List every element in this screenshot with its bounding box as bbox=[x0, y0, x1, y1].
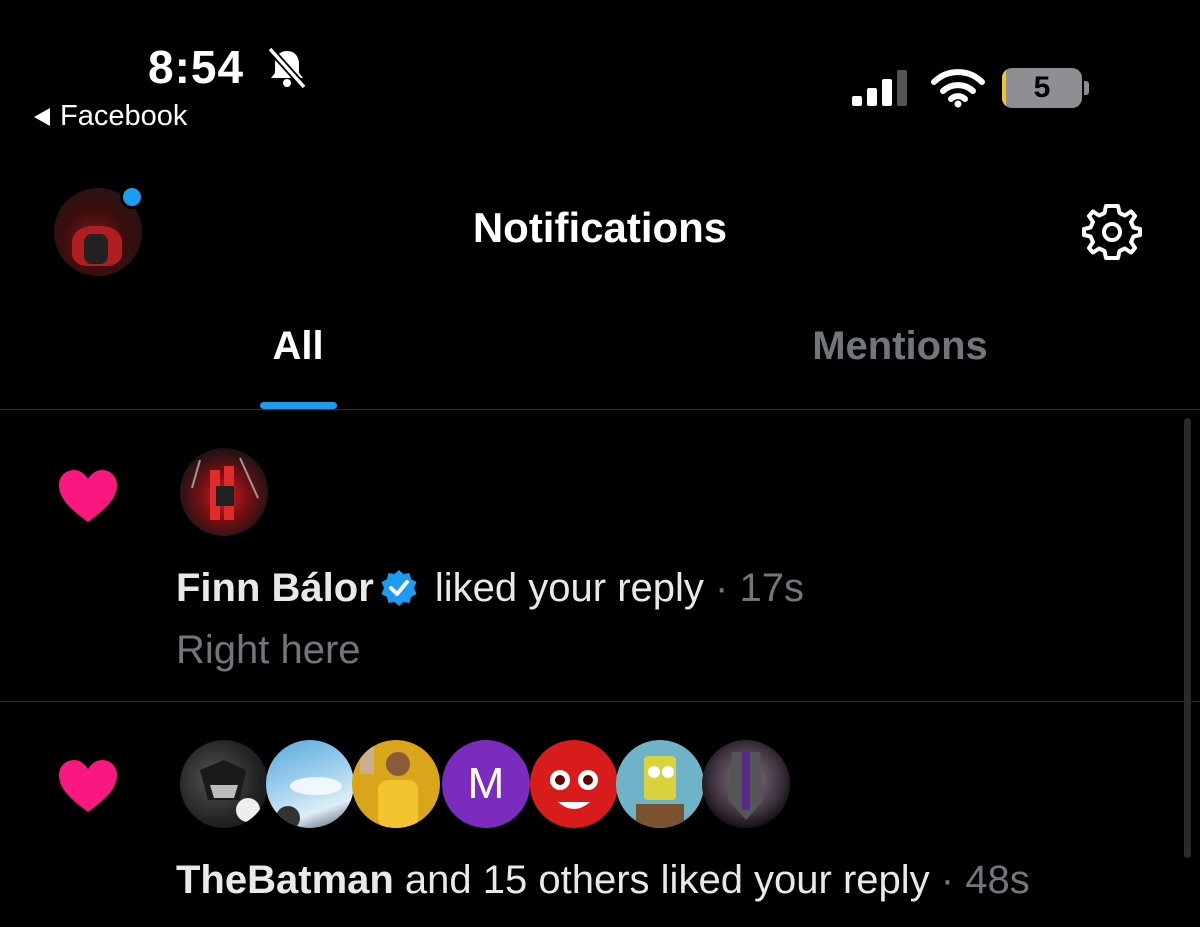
page-title: Notifications bbox=[472, 204, 728, 251]
user-avatar[interactable] bbox=[180, 448, 268, 536]
user-avatar[interactable] bbox=[266, 740, 354, 828]
user-avatar-letter[interactable]: M bbox=[442, 740, 530, 828]
user-avatar[interactable] bbox=[616, 740, 704, 828]
avatar-image bbox=[728, 752, 764, 820]
battery-level: 5 bbox=[1033, 71, 1051, 104]
battery-tip bbox=[1084, 81, 1089, 95]
notification-divider bbox=[0, 701, 1200, 702]
avatar-image bbox=[191, 457, 259, 520]
tab-mentions[interactable]: Mentions bbox=[600, 324, 1200, 369]
tab-all-label: All bbox=[272, 324, 324, 368]
cellular-signal-icon bbox=[852, 70, 907, 106]
user-avatar[interactable] bbox=[530, 740, 618, 828]
tab-all[interactable]: All bbox=[0, 324, 600, 369]
notification-text: Finn Bálor liked your reply · 17s bbox=[176, 566, 804, 611]
gear-icon[interactable] bbox=[1082, 202, 1142, 262]
avatar-image bbox=[550, 770, 598, 809]
user-avatar[interactable] bbox=[352, 740, 440, 828]
notification-text: TheBatman and 15 others liked your reply… bbox=[176, 858, 1030, 903]
back-to-app-button[interactable]: Facebook bbox=[34, 100, 187, 133]
tabs-divider bbox=[0, 409, 1200, 410]
notifications-screen: 8:54 Facebook 5 Notifications All Mentio… bbox=[0, 0, 1200, 927]
heart-icon bbox=[59, 470, 117, 522]
verified-badge-icon bbox=[381, 570, 417, 606]
actor-name[interactable]: TheBatman bbox=[176, 858, 394, 902]
avatar-image bbox=[360, 744, 418, 828]
bell-slash-icon bbox=[267, 46, 307, 90]
actor-name[interactable]: Finn Bálor bbox=[176, 566, 374, 610]
back-app-label: Facebook bbox=[60, 100, 188, 132]
tab-mentions-label: Mentions bbox=[812, 324, 988, 368]
battery-body: 5 bbox=[1002, 68, 1082, 108]
status-time: 8:54 bbox=[148, 41, 245, 93]
action-text: liked your reply bbox=[423, 566, 704, 610]
avatar-image bbox=[200, 760, 260, 822]
user-avatar[interactable] bbox=[702, 740, 790, 828]
heart-icon bbox=[59, 760, 117, 812]
scrollbar[interactable] bbox=[1184, 418, 1191, 858]
active-tab-indicator bbox=[260, 402, 337, 409]
user-avatar[interactable] bbox=[180, 740, 268, 828]
back-arrow-icon bbox=[34, 107, 50, 126]
timestamp: 17s bbox=[739, 566, 804, 610]
avatar-image bbox=[276, 777, 342, 828]
reply-snippet: Right here bbox=[176, 628, 361, 672]
separator: · bbox=[703, 566, 740, 610]
avatar-image bbox=[636, 756, 684, 828]
wifi-icon bbox=[931, 69, 985, 108]
separator: · bbox=[929, 858, 966, 902]
battery-indicator: 5 bbox=[1002, 68, 1090, 108]
action-text: and 15 others liked your reply bbox=[393, 858, 930, 902]
timestamp: 48s bbox=[965, 858, 1030, 902]
